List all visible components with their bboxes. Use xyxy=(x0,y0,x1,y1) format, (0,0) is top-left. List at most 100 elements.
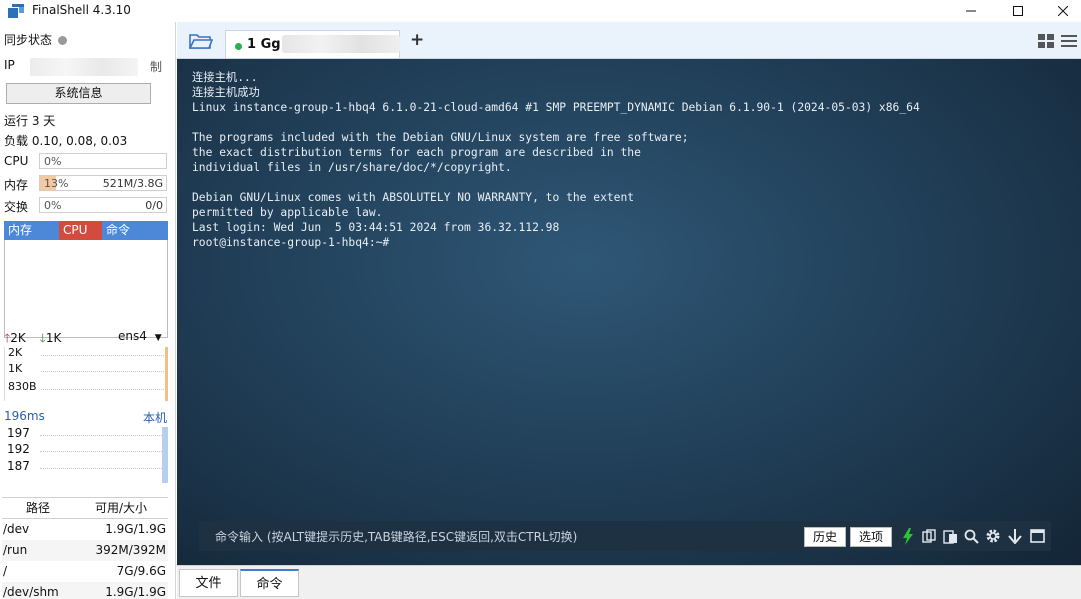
folder-icon xyxy=(188,34,214,49)
tab-files[interactable]: 文件 xyxy=(179,569,238,597)
ip-label: IP xyxy=(4,58,15,72)
maximize-icon xyxy=(1013,6,1023,16)
swap-label: 交换 xyxy=(4,200,29,214)
session-tab-label: 1 Gg xyxy=(247,37,281,52)
ping-scale-low: 187 xyxy=(7,459,30,473)
fs-size: 1.9G/1.9G xyxy=(105,585,166,599)
process-list[interactable] xyxy=(4,240,168,338)
maximize-button[interactable] xyxy=(995,0,1041,22)
bottom-tab-bar: 文件 命令 xyxy=(177,565,1081,599)
terminal-line: permitted by applicable law. xyxy=(192,206,383,219)
menu-button[interactable] xyxy=(1061,34,1077,51)
terminal-line: 连接主机... xyxy=(192,71,258,84)
session-host-redacted xyxy=(282,35,400,53)
terminal-view[interactable]: 连接主机... 连接主机成功 Linux instance-group-1-hbq4… xyxy=(177,59,1081,565)
gear-icon xyxy=(986,529,1000,543)
ip-copy-link[interactable]: 制 xyxy=(150,58,162,75)
process-table-header: 内存 CPU 命令 xyxy=(4,221,168,240)
ping-graph: 197 192 187 xyxy=(4,426,168,483)
fs-col-size[interactable]: 可用/大小 xyxy=(74,498,168,518)
ping-scale-high: 197 xyxy=(7,426,30,440)
table-row[interactable]: /dev/shm 1.9G/1.9G xyxy=(2,582,168,599)
cpu-label: CPU xyxy=(4,154,29,168)
fs-path: / xyxy=(3,564,8,578)
arrow-down-icon xyxy=(1008,528,1022,544)
cpu-percent: 0% xyxy=(44,155,62,168)
net-scale-high: 2K xyxy=(8,346,23,359)
tab-commands[interactable]: 命令 xyxy=(240,569,299,597)
interface-select[interactable]: ens4 ▼ xyxy=(118,329,162,343)
settings-button[interactable] xyxy=(984,527,1002,545)
app-logo-icon xyxy=(8,4,24,18)
net-graph-bar xyxy=(165,347,168,401)
paste-button[interactable] xyxy=(941,527,959,545)
search-icon xyxy=(964,529,979,544)
command-input-bar[interactable]: 命令输入 (按ALT键提示历史,TAB键路径,ESC键返回,双击CTRL切换) … xyxy=(199,521,1051,551)
process-col-command[interactable]: 命令 xyxy=(102,221,168,240)
table-row[interactable]: /dev 1.9G/1.9G xyxy=(2,519,168,540)
terminal-line: Linux instance-group-1-hbq4 6.1.0-21-clo… xyxy=(192,101,920,114)
process-col-cpu[interactable]: CPU xyxy=(59,221,102,240)
close-icon xyxy=(1058,6,1068,16)
search-button[interactable] xyxy=(962,527,980,545)
table-row[interactable]: /run 392M/392M xyxy=(2,540,168,561)
network-graph: 2K 1K 830B xyxy=(4,346,168,401)
fs-path: /run xyxy=(3,543,28,557)
filesystem-table: 路径 可用/大小 /dev 1.9G/1.9G /run 392M/392M / 7G… xyxy=(2,497,168,599)
ping-target[interactable]: 本机 xyxy=(143,409,167,426)
open-folder-button[interactable] xyxy=(188,33,214,53)
upload-speed: 2K xyxy=(10,331,26,345)
swap-percent: 0% xyxy=(44,199,62,212)
load-text: 负载 0.10, 0.08, 0.03 xyxy=(4,134,128,148)
process-col-mem[interactable]: 内存 xyxy=(4,221,59,240)
mem-meter: 13% 521M/3.8G xyxy=(39,175,167,191)
fs-size: 1.9G/1.9G xyxy=(105,522,166,536)
options-button[interactable]: 选项 xyxy=(850,527,892,547)
net-scale-low: 830B xyxy=(8,380,37,393)
terminal-line: 连接主机成功 xyxy=(192,86,260,99)
close-button[interactable] xyxy=(1040,0,1081,22)
lightning-icon xyxy=(903,527,913,545)
minimize-icon xyxy=(966,10,976,12)
status-sidebar: 同步状态 IP 制 系统信息 运行 3 天 负载 0.10, 0.08, 0.0… xyxy=(0,22,176,599)
fs-path: /dev/shm xyxy=(3,585,59,599)
swap-amount: 0/0 xyxy=(145,199,163,212)
terminal-line: The programs included with the Debian GN… xyxy=(192,131,689,144)
terminal-line: individual files in /usr/share/doc/*/cop… xyxy=(192,161,512,174)
fs-size: 392M/392M xyxy=(95,543,166,557)
chevron-down-icon: ▼ xyxy=(154,333,162,343)
fs-col-path[interactable]: 路径 xyxy=(2,498,74,518)
window-icon xyxy=(1029,529,1045,543)
mem-label: 内存 xyxy=(4,178,29,192)
session-tab[interactable]: 1 Gg xyxy=(225,30,400,58)
fs-size: 7G/9.6G xyxy=(116,564,166,578)
terminal-line: Last login: Wed Jun 5 03:44:51 2024 from… xyxy=(192,221,560,234)
minimize-button[interactable] xyxy=(948,0,994,22)
quick-command-button[interactable] xyxy=(899,527,917,545)
grid-view-button[interactable] xyxy=(1038,34,1054,51)
swap-meter: 0% 0/0 xyxy=(39,197,167,213)
copy-button[interactable] xyxy=(920,527,938,545)
interface-name: ens4 xyxy=(118,329,147,343)
finalshell-window: FinalShell 4.3.10 同步状态 IP 制 系统信息 运行 3 天 … xyxy=(0,0,1081,599)
terminal-output: 连接主机... 连接主机成功 Linux instance-group-1-hbq4… xyxy=(192,70,920,250)
terminal-line: Debian GNU/Linux comes with ABSOLUTELY N… xyxy=(192,191,635,204)
window-toggle-button[interactable] xyxy=(1028,527,1046,545)
session-tab-bar: 1 Gg + xyxy=(177,22,1081,59)
ping-scale-mid: 192 xyxy=(7,442,30,456)
window-title: FinalShell 4.3.10 xyxy=(32,3,131,17)
cpu-meter: 0% xyxy=(39,153,167,169)
paste-icon xyxy=(942,529,957,544)
download-button[interactable] xyxy=(1006,527,1024,545)
grid-view-icon xyxy=(1038,34,1054,48)
table-row[interactable]: / 7G/9.6G xyxy=(2,561,168,582)
connected-status-dot xyxy=(235,43,242,50)
sync-label: 同步状态 xyxy=(4,33,53,47)
hamburger-menu-icon xyxy=(1061,35,1077,47)
mem-percent: 13% xyxy=(44,177,69,190)
add-tab-button[interactable]: + xyxy=(410,30,424,50)
history-button[interactable]: 历史 xyxy=(804,527,846,547)
system-info-button[interactable]: 系统信息 xyxy=(6,83,151,104)
